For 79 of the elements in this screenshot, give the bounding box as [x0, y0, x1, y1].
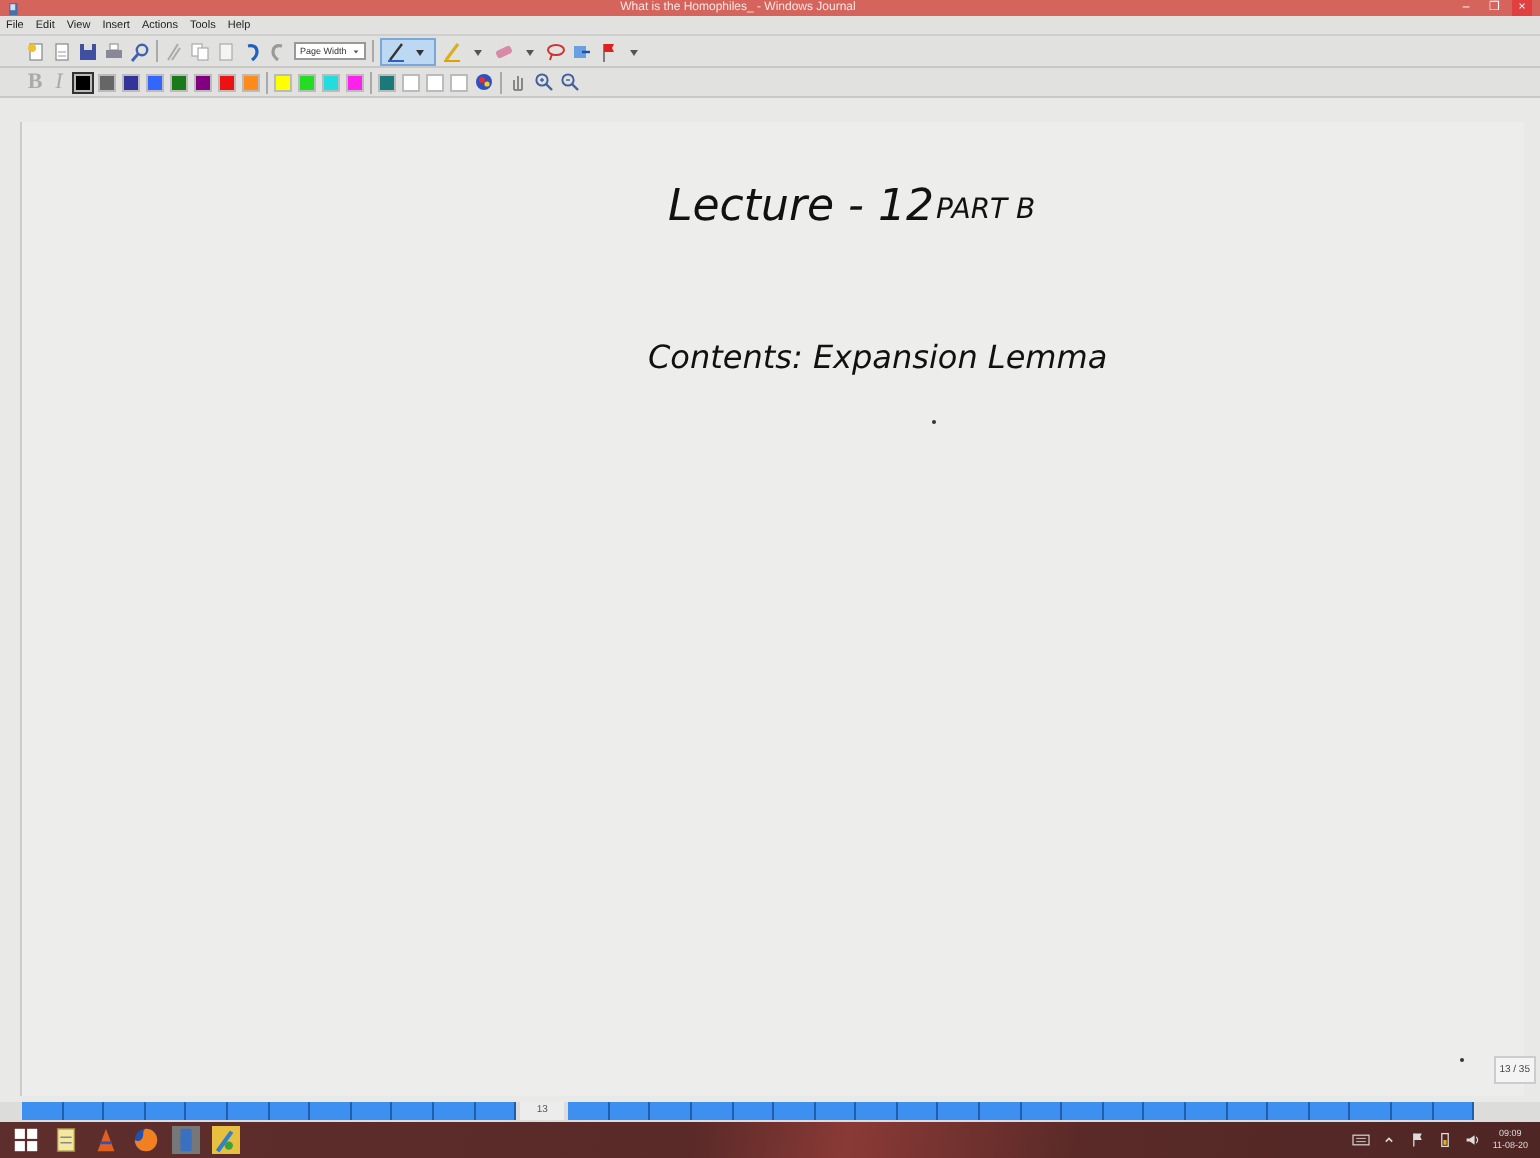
windows-start-icon[interactable] [12, 1126, 40, 1154]
caret-icon [352, 47, 360, 55]
copy-icon[interactable] [190, 41, 210, 61]
page-tab[interactable] [310, 1102, 352, 1120]
color-swatch[interactable] [98, 73, 116, 91]
redo-icon[interactable] [268, 41, 288, 61]
page-tab[interactable] [856, 1102, 898, 1120]
color-swatch[interactable] [74, 73, 92, 91]
color-swatch[interactable] [170, 73, 188, 91]
new-note-icon[interactable] [26, 41, 46, 61]
paint-icon[interactable] [212, 1126, 240, 1154]
lasso-icon[interactable] [546, 41, 566, 61]
page-tab[interactable] [1062, 1102, 1104, 1120]
color-swatch[interactable] [194, 73, 212, 91]
pen-icon [386, 41, 406, 61]
color-swatch[interactable] [122, 73, 140, 91]
palette-icon[interactable] [474, 72, 494, 92]
color-swatch[interactable] [242, 73, 260, 91]
undo-icon[interactable] [242, 41, 262, 61]
page-tab[interactable] [650, 1102, 692, 1120]
insert-space-icon[interactable] [572, 41, 592, 61]
browser-icon[interactable] [132, 1126, 160, 1154]
page-tab[interactable] [568, 1102, 610, 1120]
page-tab[interactable] [1309, 1102, 1351, 1120]
page-tab[interactable] [980, 1102, 1022, 1120]
journal-icon[interactable] [172, 1126, 200, 1154]
page-tab[interactable] [227, 1102, 270, 1120]
speaker-icon[interactable] [1464, 1132, 1483, 1148]
color-swatch[interactable] [218, 73, 236, 91]
hand-icon[interactable] [508, 72, 528, 92]
page-tab[interactable] [897, 1102, 939, 1120]
search-icon[interactable] [130, 41, 150, 61]
page-tab[interactable] [1268, 1102, 1310, 1120]
save-icon[interactable] [78, 41, 98, 61]
page-tab[interactable] [1144, 1102, 1187, 1120]
page-tab[interactable] [145, 1102, 187, 1120]
color-swatch[interactable] [426, 73, 444, 91]
page-tab[interactable] [392, 1102, 434, 1120]
page-tab[interactable] [1350, 1102, 1392, 1120]
page-tab[interactable] [733, 1102, 775, 1120]
page-tab[interactable] [691, 1102, 733, 1120]
color-swatch[interactable] [322, 73, 340, 91]
page-tab[interactable] [104, 1102, 146, 1120]
color-swatch[interactable] [146, 73, 164, 91]
page-tab[interactable] [186, 1102, 228, 1120]
handwritten-text: PART B [936, 194, 1036, 226]
page-tab[interactable] [269, 1102, 311, 1120]
keyboard-icon[interactable] [1352, 1132, 1371, 1148]
color-swatch[interactable] [298, 73, 316, 91]
page-tab[interactable] [1392, 1102, 1434, 1120]
pen-button[interactable] [380, 37, 436, 65]
page-tab[interactable] [938, 1102, 981, 1120]
battery-icon[interactable] [1436, 1132, 1455, 1148]
page-tab[interactable] [609, 1102, 651, 1120]
cut-icon[interactable] [164, 41, 184, 61]
page-tab[interactable] [1186, 1102, 1228, 1120]
page-tab[interactable] [815, 1102, 857, 1120]
handwritten-text: Lecture - 12 [668, 182, 934, 232]
color-swatch[interactable] [346, 73, 364, 91]
zoom-out-icon[interactable] [560, 72, 580, 92]
color-swatch[interactable] [378, 73, 396, 91]
color-swatch[interactable] [402, 73, 420, 91]
page-tab[interactable] [433, 1102, 476, 1120]
page-tab[interactable] [774, 1102, 816, 1120]
print-icon[interactable] [104, 41, 124, 61]
page-tab[interactable] [1433, 1102, 1475, 1120]
app-icon [8, 1, 20, 15]
flag-icon[interactable] [1408, 1132, 1427, 1148]
page-tab[interactable] [475, 1102, 517, 1120]
zoom-in-icon[interactable] [534, 72, 554, 92]
color-swatch[interactable] [274, 73, 292, 91]
notepad-icon[interactable] [52, 1126, 80, 1154]
page-tab[interactable] [1103, 1102, 1145, 1120]
page-tab[interactable] [1227, 1102, 1269, 1120]
page-tab[interactable] [1021, 1102, 1063, 1120]
handwritten-text: Contents: Expansion Lemma [648, 338, 1108, 376]
cone-icon[interactable] [92, 1126, 120, 1154]
page-tab[interactable] [351, 1102, 393, 1120]
color-swatch[interactable] [450, 73, 468, 91]
